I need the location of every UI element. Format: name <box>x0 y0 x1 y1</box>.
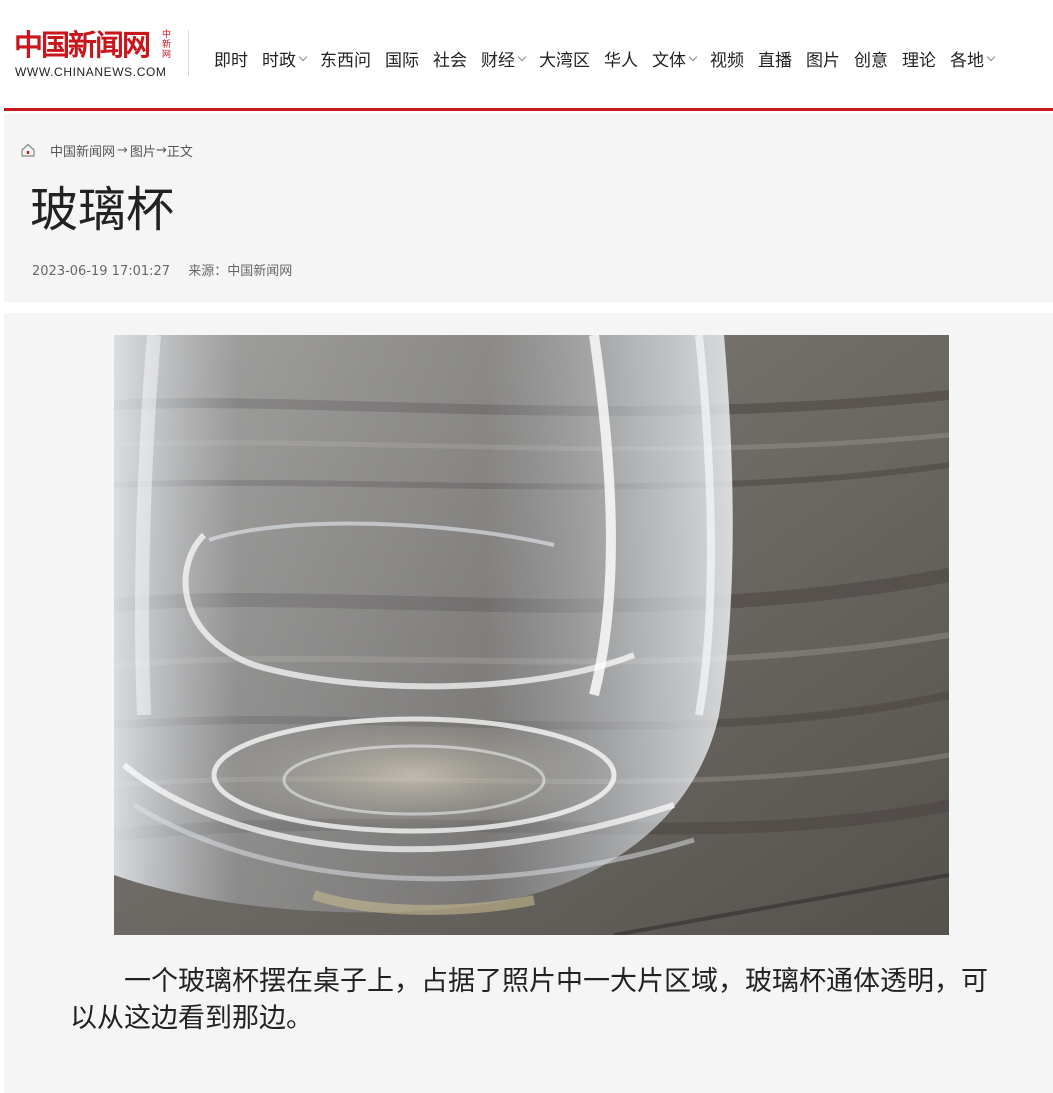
header-red-rule <box>4 108 1053 111</box>
chevron-down-icon <box>986 52 996 61</box>
nav-item-society[interactable]: 社会 <box>433 46 467 71</box>
nav-label: 直播 <box>758 50 792 71</box>
nav-label: 东西问 <box>320 50 371 71</box>
nav-item-greater-bay[interactable]: 大湾区 <box>539 46 590 71</box>
home-icon[interactable] <box>20 142 36 158</box>
logo-divider <box>188 30 189 76</box>
nav-label: 各地 <box>950 50 984 71</box>
nav-item-theory[interactable]: 理论 <box>902 46 936 71</box>
article-caption: 一个玻璃杯摆在桌子上，占据了照片中一大片区域，玻璃杯通体透明，可以从这边看到那边… <box>70 966 988 1034</box>
main-nav: 即时 时政 东西问 国际 社会 财经 大湾区 华人 文体 视频 直播 图片 创意… <box>214 45 996 71</box>
site-header: 中国新闻网 中新网 WWW.CHINANEWS.COM 即时 时政 东西问 国际… <box>0 0 1053 108</box>
nav-item-dongxiwen[interactable]: 东西问 <box>320 46 371 71</box>
nav-label: 大湾区 <box>539 50 590 71</box>
page-title: 玻璃杯 <box>30 182 175 238</box>
logo-side-text: 中新网 <box>162 30 172 60</box>
publish-datetime: 2023-06-19 17:01:27 <box>32 264 171 279</box>
nav-label: 视频 <box>710 50 744 71</box>
nav-label: 国际 <box>385 50 419 71</box>
site-logo[interactable]: 中国新闻网 中新网 WWW.CHINANEWS.COM <box>14 28 186 82</box>
logo-chinese-text: 中国新闻网 <box>14 28 151 62</box>
nav-label: 理论 <box>902 50 936 71</box>
article-header: 中国新闻网 → 图片 → 正文 玻璃杯 2023-06-19 17:01:27 … <box>4 114 1053 302</box>
logo-url-text: WWW.CHINANEWS.COM <box>15 65 167 79</box>
nav-label: 华人 <box>604 50 638 71</box>
nav-item-politics[interactable]: 时政 <box>262 46 308 71</box>
breadcrumb-separator: → <box>117 143 128 158</box>
article-source: 来源：中国新闻网 <box>188 264 293 279</box>
nav-item-live[interactable]: 直播 <box>758 46 792 71</box>
article-body: 一个玻璃杯摆在桌子上，占据了照片中一大片区域，玻璃杯通体透明，可以从这边看到那边… <box>4 313 1053 1093</box>
nav-item-international[interactable]: 国际 <box>385 46 419 71</box>
nav-label: 文体 <box>652 50 686 71</box>
chevron-down-icon <box>688 52 698 61</box>
chevron-down-icon <box>298 52 308 61</box>
nav-label: 即时 <box>214 50 248 71</box>
chevron-down-icon <box>517 52 527 61</box>
glass-photo-illustration <box>114 335 949 935</box>
nav-label: 创意 <box>854 50 888 71</box>
breadcrumb: 中国新闻网 → 图片 → 正文 <box>50 141 193 160</box>
nav-label: 图片 <box>806 50 840 71</box>
breadcrumb-separator: → <box>155 143 167 158</box>
breadcrumb-section-link[interactable]: 图片 <box>130 141 156 160</box>
nav-item-overseas-chinese[interactable]: 华人 <box>604 46 638 71</box>
article-photo <box>114 335 949 935</box>
nav-item-instant[interactable]: 即时 <box>214 46 248 71</box>
nav-label: 时政 <box>262 50 296 71</box>
nav-label: 社会 <box>433 50 467 71</box>
nav-label: 财经 <box>481 50 515 71</box>
nav-item-photos[interactable]: 图片 <box>806 46 840 71</box>
breadcrumb-current: 正文 <box>166 145 193 160</box>
breadcrumb-home-link[interactable]: 中国新闻网 <box>50 141 115 160</box>
nav-item-culture-sports[interactable]: 文体 <box>652 46 698 71</box>
nav-item-regions[interactable]: 各地 <box>950 46 996 71</box>
nav-item-video[interactable]: 视频 <box>710 46 744 71</box>
nav-item-finance[interactable]: 财经 <box>481 46 527 71</box>
nav-item-creative[interactable]: 创意 <box>854 46 888 71</box>
article-meta: 2023-06-19 17:01:27 来源：中国新闻网 <box>32 260 292 279</box>
